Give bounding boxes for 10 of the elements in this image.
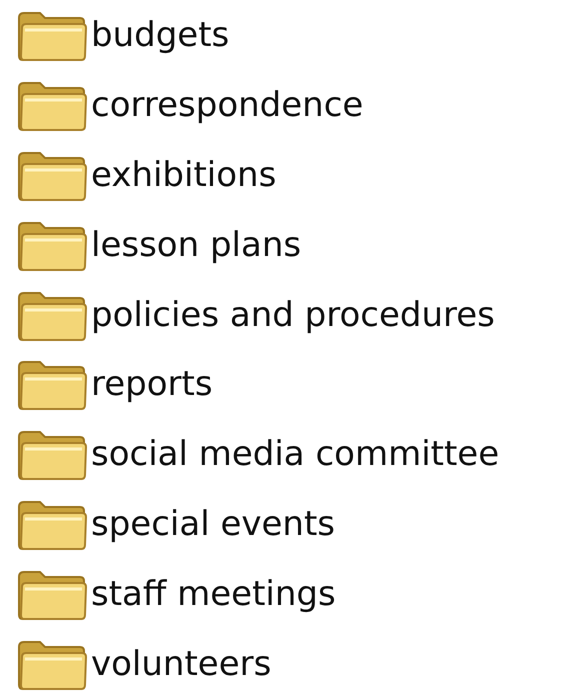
folder-name[interactable]: volunteers (91, 644, 272, 684)
folder-name[interactable]: correspondence (91, 84, 364, 125)
folder-name[interactable]: reports (91, 364, 213, 404)
folder-name[interactable]: budgets (91, 14, 230, 55)
folder-name[interactable]: policies and procedures (91, 294, 495, 335)
folder-name[interactable]: exhibitions (91, 154, 276, 195)
folder-name[interactable]: lesson plans (91, 224, 302, 265)
folder-name[interactable]: social media committee (91, 434, 500, 474)
folder-name[interactable]: special events (91, 504, 335, 544)
folder-name[interactable]: staff meetings (91, 574, 336, 614)
